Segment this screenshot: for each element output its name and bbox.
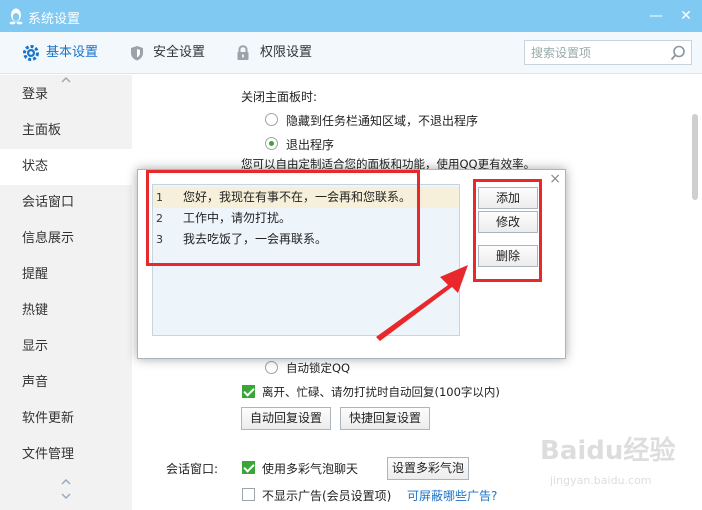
sidebar-item-sound[interactable]: 声音 (0, 365, 132, 401)
scrollbar-thumb[interactable] (692, 114, 698, 200)
lock-icon (237, 45, 249, 60)
session-window-label: 会话窗口: (166, 462, 219, 476)
tab-security-settings[interactable]: 安全设置 (128, 32, 218, 74)
sidebar-item-reminder[interactable]: 提醒 (0, 257, 132, 293)
sidebar-item-display[interactable]: 显示 (0, 329, 132, 365)
set-bubble-button[interactable]: 设置多彩气泡 (387, 457, 469, 480)
highlight-box-reply-list (146, 170, 420, 266)
shield-icon (131, 46, 143, 61)
qq-penguin-icon (9, 8, 23, 25)
chevron-down-icon[interactable] (60, 491, 72, 501)
checkbox-auto-reply[interactable] (242, 385, 255, 398)
close-panel-label: 关闭主面板时: (241, 90, 318, 104)
tab-label: 安全设置 (153, 45, 206, 60)
sidebar-item-hotkey[interactable]: 热键 (0, 293, 132, 329)
auto-reply-settings-button[interactable]: 自动回复设置 (241, 407, 331, 430)
tab-permission-settings[interactable]: 权限设置 (234, 32, 324, 74)
watermark-url: jingyan.baidu.com (550, 474, 652, 487)
settings-toolbar: 基本设置 安全设置 权限设置 (0, 32, 702, 74)
annotation-arrow-icon (376, 265, 468, 341)
baidu-watermark: Baidu经验 jingyan.baidu.com (540, 430, 696, 494)
sidebar-item-software-update[interactable]: 软件更新 (0, 401, 132, 437)
sidebar-item-login[interactable]: 登录 (0, 77, 132, 113)
sidebar-item-status[interactable]: 状态 (0, 149, 132, 185)
radio-exit-program[interactable] (265, 137, 278, 150)
option-exit-label: 退出程序 (286, 138, 335, 152)
bubble-chat-label: 使用多彩气泡聊天 (262, 462, 359, 476)
sidebar-item-main-panel[interactable]: 主面板 (0, 113, 132, 149)
watermark-logo-text: Baidu经验 (540, 436, 676, 466)
sidebar-item-info-display[interactable]: 信息展示 (0, 221, 132, 257)
checkbox-no-ads[interactable] (242, 488, 255, 501)
close-button[interactable]: ✕ (676, 6, 696, 26)
auto-reply-label: 离开、忙碌、请勿打扰时自动回复(100字以内) (262, 385, 500, 399)
checkbox-bubble-chat[interactable] (242, 461, 255, 474)
search-box[interactable] (524, 40, 692, 65)
gear-icon (23, 45, 39, 61)
sidebar-item-file-management[interactable]: 文件管理 (0, 437, 132, 473)
highlight-box-buttons (473, 179, 542, 282)
chevron-up-icon[interactable] (60, 477, 72, 487)
no-ads-label: 不显示广告(会员设置项) (262, 489, 392, 503)
dialog-close-icon[interactable]: × (549, 171, 561, 187)
search-icon[interactable] (669, 44, 687, 62)
radio-auto-lock[interactable] (265, 361, 278, 374)
sidebar-item-chat-window[interactable]: 会话窗口 (0, 185, 132, 221)
search-input[interactable] (531, 44, 661, 62)
option-hide-label: 隐藏到任务栏通知区域，不退出程序 (286, 114, 479, 128)
window-title: 系统设置 (28, 12, 81, 27)
minimize-button[interactable]: — (646, 6, 666, 26)
tab-label: 基本设置 (46, 45, 99, 60)
radio-hide-to-tray[interactable] (265, 113, 278, 126)
tab-basic-settings[interactable]: 基本设置 (20, 32, 110, 74)
ads-info-link[interactable]: 可屏蔽哪些广告? (407, 487, 497, 504)
tab-label: 权限设置 (260, 45, 313, 60)
quick-reply-settings-button[interactable]: 快捷回复设置 (340, 407, 430, 430)
sidebar-nav: 登录 主面板 状态 会话窗口 信息展示 提醒 热键 显示 声音 软件更新 文件管… (0, 75, 132, 510)
auto-lock-label: 自动锁定QQ (286, 361, 351, 375)
title-bar: 系统设置 — ✕ (0, 0, 702, 32)
